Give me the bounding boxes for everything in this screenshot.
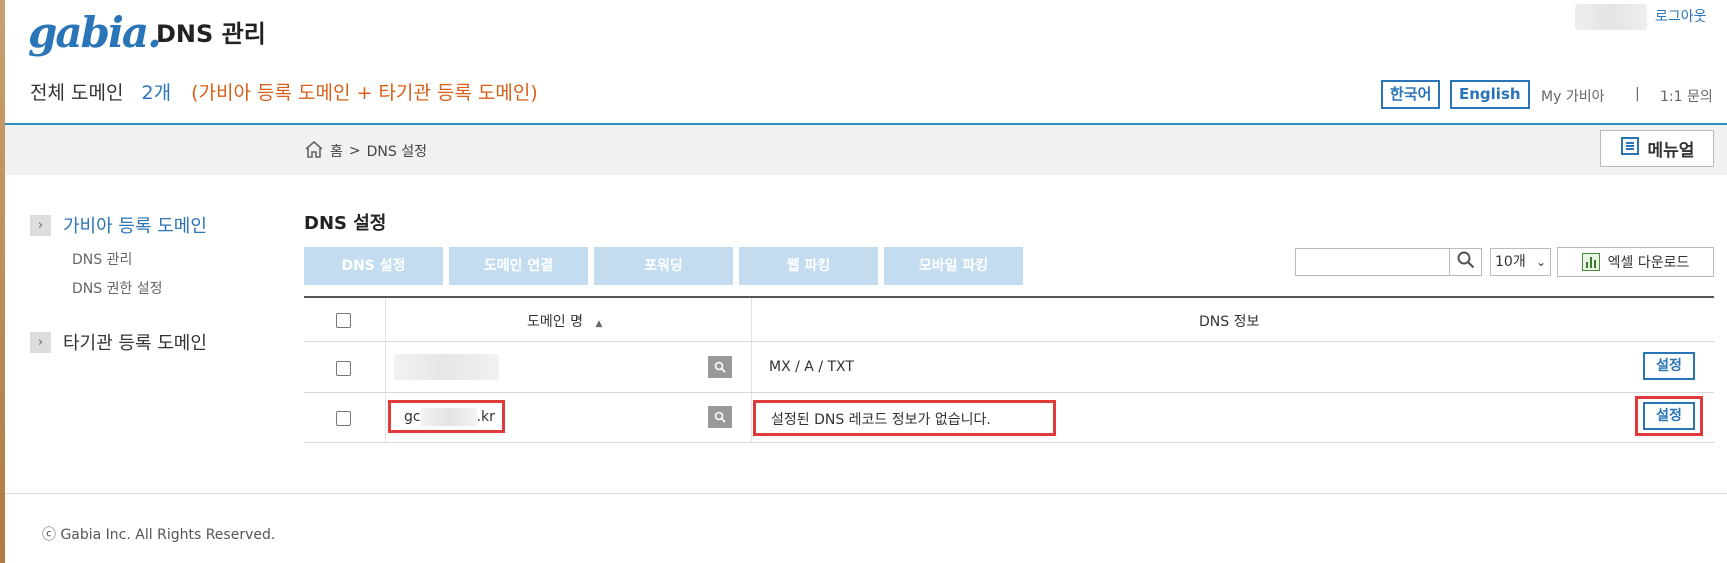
document-icon [1620,136,1640,161]
domain-search-button[interactable] [708,356,732,378]
manual-button[interactable]: 메뉴얼 [1600,130,1714,167]
dns-info-column-header: DNS 정보 [1199,314,1260,330]
dns-info-value: MX / A / TXT [769,359,854,375]
tab-domain-connect[interactable]: 도메인 연결 [449,247,588,285]
select-all-checkbox[interactable] [336,313,351,328]
gabia-logo[interactable]: gabia. [28,8,162,58]
search-icon [1457,251,1475,273]
column-divider [385,298,386,442]
excel-download-button[interactable]: 엑셀 다운로드 [1557,247,1714,277]
row-divider [304,341,1714,342]
sidebar-section-other[interactable]: › 타기관 등록 도메인 [30,329,207,355]
logout-link[interactable]: 로그아웃 [1655,6,1707,26]
breadcrumb-separator: > [348,143,361,159]
footer-divider [5,493,1727,494]
home-icon[interactable] [304,140,324,162]
my-gabia-link[interactable]: My 가비아 [1541,86,1604,106]
column-divider [751,298,752,442]
search-button[interactable] [1450,248,1482,276]
page-title: DNS 설정 [304,213,387,234]
domain-name-redacted [394,354,499,380]
username-redacted [1575,4,1647,30]
sidebar-section-other-label: 타기관 등록 도메인 [63,333,207,354]
copyright-text: ⓒ Gabia Inc. All Rights Reserved. [42,527,276,543]
row-checkbox[interactable] [336,411,351,426]
sort-ascending-icon[interactable]: ▲ [595,319,602,329]
search-input[interactable] [1295,248,1450,276]
tab-forwarding[interactable]: 포워딩 [594,247,733,285]
row-divider [304,392,1714,393]
domain-search-button[interactable] [708,406,732,428]
highlight-box [1635,396,1703,436]
lang-english-button[interactable]: English [1450,80,1530,109]
search-icon [714,408,726,427]
sidebar-item-dns-manage[interactable]: DNS 관리 [72,249,132,269]
breadcrumb-bar [5,125,1727,175]
tab-mobile-parking[interactable]: 모바일 파킹 [884,247,1023,285]
chart-icon [1581,253,1600,271]
window-edge [0,0,5,563]
row-divider [304,442,1714,443]
row-checkbox[interactable] [336,361,351,376]
highlight-box [388,400,505,433]
domain-count-label: 전체 도메인 [30,82,124,104]
manual-label: 메뉴얼 [1647,141,1695,161]
chevron-down-icon: ⌄ [1535,255,1546,269]
lang-korean-button[interactable]: 한국어 [1381,80,1441,109]
excel-download-label: 엑셀 다운로드 [1607,255,1690,271]
sidebar-section-gabia-label: 가비아 등록 도메인 [63,216,207,237]
domain-column-header[interactable]: 도메인 명 ▲ [527,311,602,331]
tab-dns-settings[interactable]: DNS 설정 [304,247,443,285]
table-top-border [304,296,1714,298]
sidebar-section-gabia[interactable]: › 가비아 등록 도메인 [30,212,207,238]
breadcrumb: 홈 > DNS 설정 [304,140,427,162]
page-size-select[interactable]: 10개 ⌄ [1490,248,1551,276]
dns-setting-button[interactable]: 설정 [1643,352,1695,380]
search-icon [714,358,726,377]
inquiry-link[interactable]: 1:1 문의 [1660,86,1713,106]
domain-count: 2개 [141,82,172,104]
chevron-right-icon: › [30,214,51,236]
domain-count-row: 전체 도메인 2개 (가비아 등록 도메인 + 타기관 등록 도메인) [30,78,538,105]
breadcrumb-current: DNS 설정 [366,144,427,160]
app-title: DNS 관리 [156,20,266,48]
chevron-right-icon: › [30,331,51,353]
tab-web-parking[interactable]: 웹 파킹 [739,247,878,285]
highlight-box [753,400,1056,436]
link-separator: | [1635,86,1640,102]
domain-count-desc: (가비아 등록 도메인 + 타기관 등록 도메인) [191,82,538,104]
page-size-value: 10개 [1495,254,1526,270]
sidebar-item-dns-permission[interactable]: DNS 권한 설정 [72,278,163,298]
breadcrumb-home[interactable]: 홈 [330,141,343,161]
